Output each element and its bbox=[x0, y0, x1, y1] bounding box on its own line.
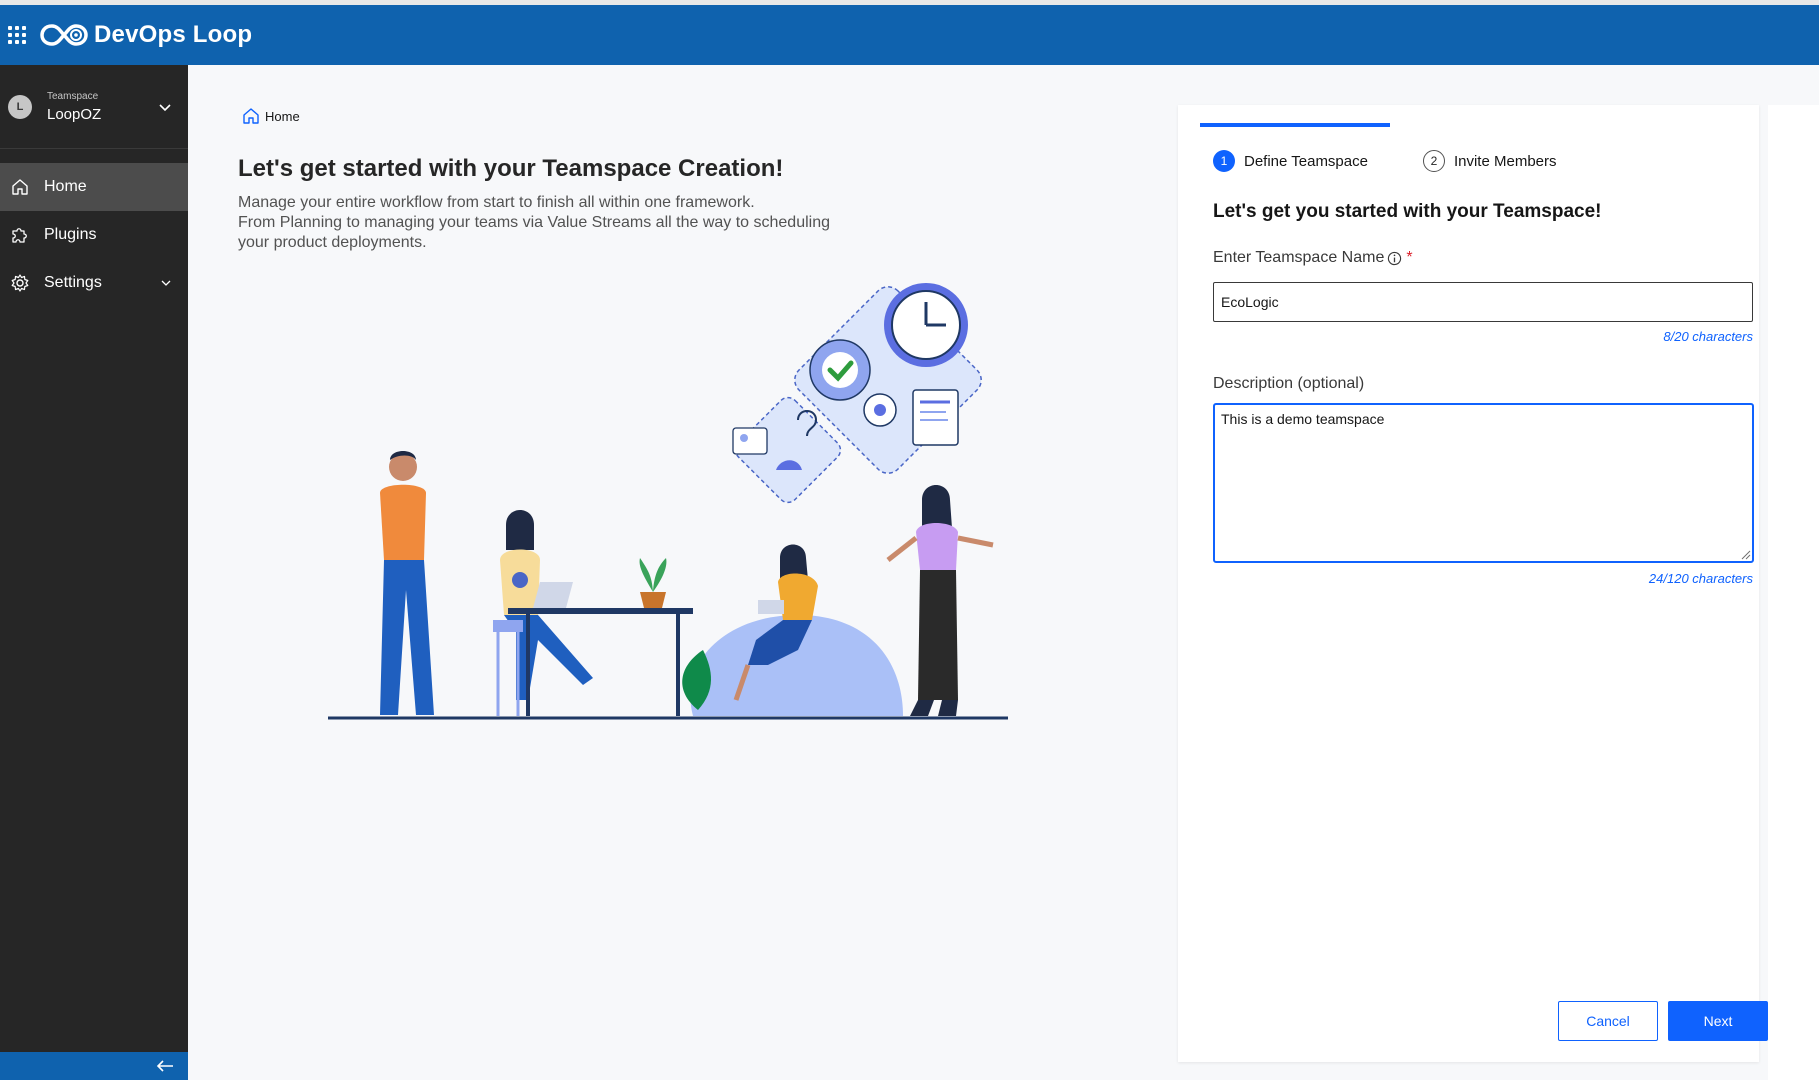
arrow-left-icon bbox=[156, 1060, 173, 1072]
name-char-counter: 8/20 characters bbox=[1663, 329, 1753, 344]
puzzle-icon bbox=[12, 228, 27, 243]
field-label-text: Description (optional) bbox=[1213, 375, 1365, 392]
breadcrumb[interactable]: Home bbox=[242, 107, 300, 125]
chevron-down-icon bbox=[159, 103, 171, 111]
home-icon bbox=[12, 179, 28, 195]
step-invite-members[interactable]: 2 Invite Members bbox=[1422, 150, 1557, 172]
right-panel-edge bbox=[1768, 105, 1819, 1080]
teamspace-name: LoopOZ bbox=[47, 105, 102, 123]
step-number: 1 bbox=[1213, 150, 1235, 172]
required-mark: * bbox=[1406, 249, 1413, 266]
teamspace-switcher[interactable]: L Teamspace LoopOZ bbox=[0, 65, 188, 149]
sidebar: L Teamspace LoopOZ Home Plugins Settings bbox=[0, 65, 188, 1080]
page-title: Let's get started with your Teamspace Cr… bbox=[238, 155, 784, 182]
teamspace-label: Teamspace bbox=[47, 90, 99, 102]
description-label: Description (optional) bbox=[1213, 375, 1364, 393]
sidebar-item-label: Home bbox=[44, 178, 87, 195]
step-label: Invite Members bbox=[1453, 152, 1557, 170]
intro-line: your product deployments. bbox=[238, 234, 427, 251]
sidebar-item-label: Settings bbox=[44, 274, 102, 291]
cancel-button[interactable]: Cancel bbox=[1558, 1001, 1658, 1041]
teamspace-name-label: Enter Teamspace Name * bbox=[1213, 249, 1413, 267]
resize-handle-icon[interactable] bbox=[1741, 550, 1751, 560]
home-icon bbox=[243, 108, 259, 124]
step-define-teamspace[interactable]: 1 Define Teamspace bbox=[1213, 150, 1368, 172]
next-button[interactable]: Next bbox=[1668, 1001, 1768, 1041]
description-char-counter: 24/120 characters bbox=[1648, 571, 1753, 586]
chevron-down-icon bbox=[161, 280, 171, 286]
teamspace-name-input[interactable] bbox=[1213, 282, 1753, 322]
sidebar-item-settings[interactable]: Settings bbox=[0, 259, 188, 307]
app-header: DevOps Loop bbox=[0, 5, 1819, 65]
sidebar-item-label: Plugins bbox=[44, 226, 97, 243]
wizard-title: Let's get you started with your Teamspac… bbox=[1213, 201, 1602, 222]
teamspace-wizard: 1 Define Teamspace 2 Invite Members Let'… bbox=[1178, 105, 1768, 1062]
teamspace-avatar: L bbox=[8, 94, 32, 119]
collapse-sidebar-button[interactable] bbox=[0, 1052, 188, 1080]
intro-line: From Planning to managing your teams via… bbox=[238, 214, 831, 231]
gear-icon bbox=[11, 274, 29, 292]
info-icon[interactable] bbox=[1387, 251, 1402, 266]
team-illustration bbox=[328, 283, 1008, 720]
breadcrumb-home-link[interactable]: Home bbox=[265, 109, 300, 124]
sidebar-item-plugins[interactable]: Plugins bbox=[0, 211, 188, 259]
intro-text: Manage your entire workflow from start t… bbox=[238, 193, 938, 253]
app-switcher-icon[interactable] bbox=[4, 22, 30, 48]
wizard-steps: 1 Define Teamspace 2 Invite Members bbox=[1213, 150, 1612, 172]
app-title: DevOps Loop bbox=[94, 21, 253, 48]
intro-line: Manage your entire workflow from start t… bbox=[238, 194, 755, 211]
description-textarea[interactable]: This is a demo teamspace bbox=[1213, 403, 1754, 563]
sidebar-item-home[interactable]: Home bbox=[0, 163, 188, 211]
step-label: Define Teamspace bbox=[1244, 152, 1368, 170]
wizard-progress-bar bbox=[1200, 123, 1390, 127]
step-number: 2 bbox=[1422, 150, 1445, 172]
field-label-text: Enter Teamspace Name bbox=[1213, 249, 1385, 266]
infinity-loop-logo bbox=[40, 24, 88, 46]
